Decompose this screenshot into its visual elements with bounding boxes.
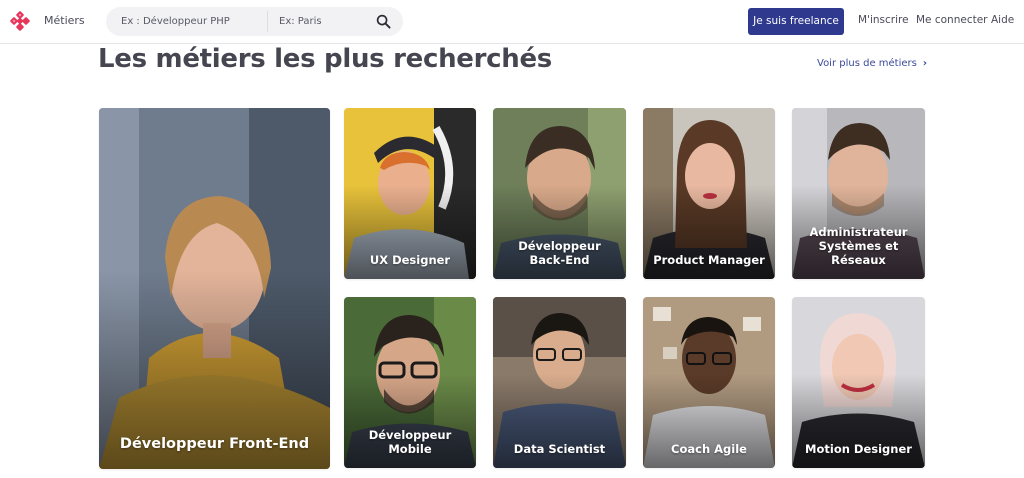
see-more-label: Voir plus de métiers (817, 58, 917, 69)
job-search-input[interactable] (121, 7, 261, 36)
job-card-motion-designer[interactable]: Motion Designer (792, 297, 925, 468)
nav-metiers-link[interactable]: Métiers (44, 14, 85, 27)
job-card-label: Coach Agile (671, 442, 747, 456)
job-card-coach-agile[interactable]: Coach Agile (643, 297, 775, 468)
search-icon[interactable] (376, 14, 391, 29)
freelance-button[interactable]: Je suis freelance (748, 8, 844, 35)
job-card-front-end[interactable]: Développeur Front-End (99, 108, 330, 469)
job-card-mobile[interactable]: Développeur Mobile (344, 297, 476, 468)
chevron-right-icon: › (922, 58, 927, 69)
search-bar (106, 7, 403, 36)
job-card-label: Développeur Mobile (368, 428, 452, 456)
top-navbar: Métiers Je suis freelance M'inscrire Me … (0, 0, 1024, 44)
login-link[interactable]: Me connecter (916, 14, 988, 26)
see-more-jobs-link[interactable]: Voir plus de métiers › (817, 58, 927, 69)
job-card-data-scientist[interactable]: Data Scientist (493, 297, 626, 468)
job-card-product-manager[interactable]: Product Manager (643, 108, 775, 279)
job-card-label: Développeur Back-End (518, 239, 601, 267)
job-card-label: Développeur Front-End (119, 436, 310, 452)
job-card-ux-designer[interactable]: UX Designer (344, 108, 476, 279)
search-divider (267, 11, 268, 32)
job-card-sysadmin[interactable]: Administrateur Systèmes et Réseaux (792, 108, 925, 279)
job-card-label: Administrateur Systèmes et Réseaux (809, 225, 908, 267)
job-card-label: Motion Designer (805, 442, 912, 456)
logo-icon[interactable] (10, 11, 30, 31)
job-card-label: UX Designer (369, 253, 451, 267)
job-card-label: Data Scientist (513, 442, 606, 456)
job-card-label: Product Manager (653, 253, 765, 267)
location-search-input[interactable] (279, 7, 369, 36)
job-card-back-end[interactable]: Développeur Back-End (493, 108, 626, 279)
page-title: Les métiers les plus recherchés (98, 44, 552, 74)
help-link[interactable]: Aide (991, 14, 1014, 26)
signup-link[interactable]: M'inscrire (858, 14, 909, 26)
